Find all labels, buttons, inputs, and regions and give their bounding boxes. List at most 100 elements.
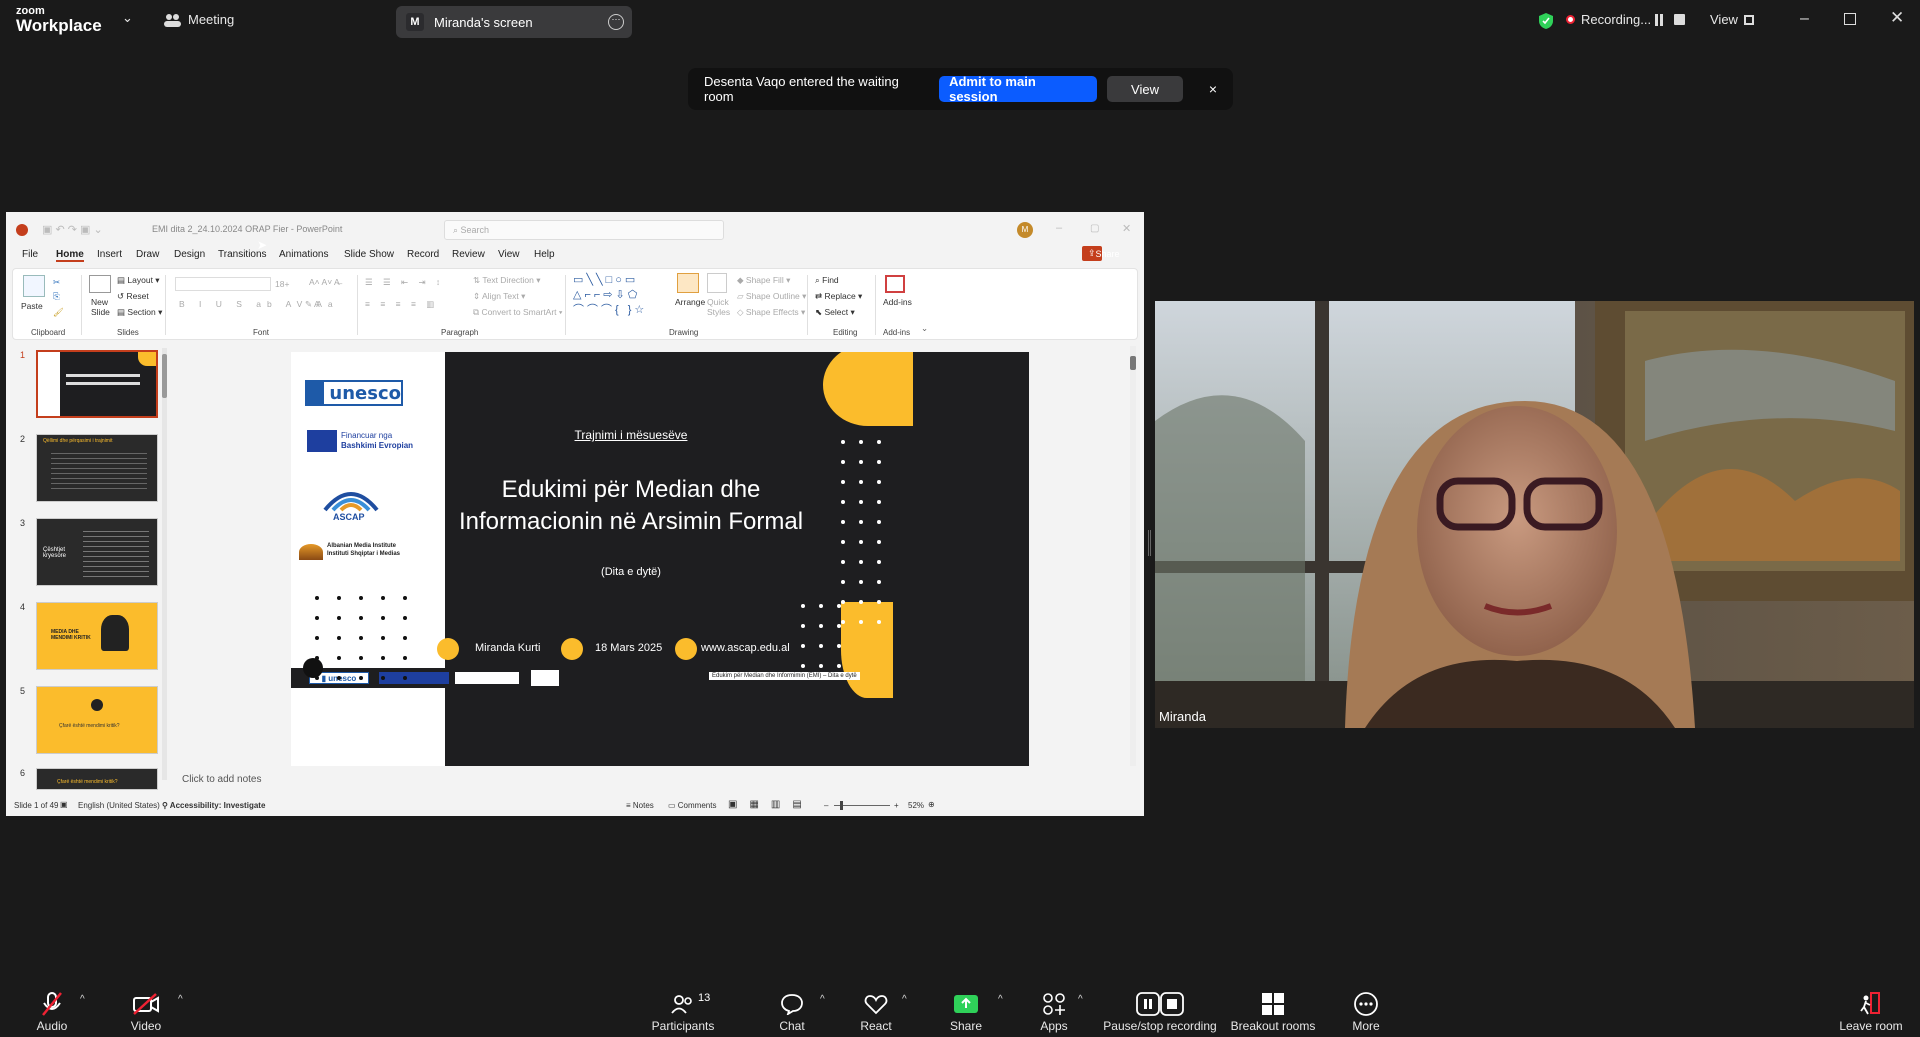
shape-effects-button[interactable]: ◇ Shape Effects ▾ bbox=[737, 307, 805, 318]
slide-thumbnail[interactable]: Çfarë është mendimi kritik? bbox=[36, 686, 158, 754]
slide-scrollbar[interactable] bbox=[1130, 346, 1136, 766]
quick-styles-button[interactable]: Quick Styles bbox=[707, 297, 733, 317]
tab-slide-show[interactable]: Slide Show bbox=[344, 249, 394, 260]
stop-recording-icon[interactable] bbox=[1674, 14, 1685, 25]
select-button[interactable]: ⬉ Select ▾ bbox=[815, 307, 855, 318]
admit-button[interactable]: Admit to main session bbox=[939, 74, 1098, 104]
font-family-field[interactable] bbox=[175, 277, 271, 291]
audio-options-caret-icon[interactable]: ^ bbox=[80, 994, 85, 1005]
spellcheck-icon[interactable]: ▣ bbox=[60, 800, 68, 809]
apps-button[interactable]: Apps bbox=[1034, 980, 1074, 1037]
participant-video-tile[interactable]: Miranda bbox=[1155, 301, 1914, 728]
shape-outline-button[interactable]: ▱ Shape Outline ▾ bbox=[737, 291, 806, 302]
restore-icon[interactable] bbox=[1844, 13, 1856, 25]
recording-indicator[interactable]: Recording... bbox=[1566, 12, 1651, 27]
comments-toggle[interactable]: ▭ Comments bbox=[668, 801, 716, 810]
pause-stop-recording-button[interactable]: Pause/stop recording bbox=[1100, 980, 1220, 1037]
tab-review[interactable]: Review bbox=[452, 249, 485, 260]
tab-design[interactable]: Design bbox=[174, 249, 205, 260]
cut-icon[interactable]: ✂ bbox=[53, 277, 60, 288]
shared-screen-chip[interactable]: M Miranda's screen ··· bbox=[396, 6, 632, 38]
replace-button[interactable]: ⇄ Replace ▾ bbox=[815, 291, 862, 302]
slide-thumbnail[interactable] bbox=[36, 350, 158, 418]
ppt-account-avatar[interactable]: M bbox=[1017, 222, 1033, 238]
font-grow-shrink-icons[interactable]: A˄ A˅ A̶ bbox=[309, 277, 340, 287]
fit-slide-icon[interactable]: ⊕ bbox=[928, 800, 935, 809]
quick-access-icons[interactable]: ▣ ↶ ↷ ▣ ⌄ bbox=[42, 223, 103, 236]
list-indent-icons[interactable]: ☰ ☰ ⇤ ⇥ ↕ bbox=[365, 277, 444, 288]
close-window-icon[interactable]: ✕ bbox=[1890, 8, 1904, 28]
participants-button[interactable]: Participants bbox=[650, 980, 716, 1037]
react-options-caret-icon[interactable]: ^ bbox=[902, 994, 907, 1005]
find-button[interactable]: ⌕ Find bbox=[815, 275, 839, 286]
section-button[interactable]: ▤ Section ▾ bbox=[117, 307, 162, 318]
alignment-icons[interactable]: ≡ ≡ ≡ ≡ ▥ bbox=[365, 299, 438, 310]
tab-insert[interactable]: Insert bbox=[97, 249, 122, 260]
slide-thumbnail[interactable]: Qëllimi dhe përqasimi i trajnimit bbox=[36, 434, 158, 502]
accessibility-status[interactable]: ⚲ Accessibility: Investigate bbox=[162, 801, 265, 810]
paste-icon[interactable] bbox=[23, 275, 45, 297]
arrange-icon[interactable] bbox=[677, 273, 699, 293]
new-slide-button[interactable]: New Slide bbox=[91, 297, 119, 317]
font-size-field[interactable]: 18+ bbox=[275, 279, 289, 289]
view-mode-icons[interactable]: ▣▦▥▤ bbox=[728, 799, 814, 810]
tab-animations[interactable]: Animations bbox=[279, 249, 328, 260]
layout-button[interactable]: ▤ Layout ▾ bbox=[117, 275, 160, 286]
share-options-caret-icon[interactable]: ^ bbox=[998, 994, 1003, 1005]
paste-button[interactable]: Paste bbox=[21, 301, 43, 311]
react-button[interactable]: React bbox=[856, 980, 896, 1037]
apps-options-caret-icon[interactable]: ^ bbox=[1078, 994, 1083, 1005]
more-options-icon[interactable]: ··· bbox=[608, 14, 624, 30]
view-button[interactable]: View bbox=[1710, 12, 1754, 27]
text-direction-button[interactable]: ⇅ Text Direction ▾ bbox=[473, 275, 540, 286]
ppt-share-button[interactable]: ⇪ Share bbox=[1082, 246, 1120, 261]
slide-thumbnail[interactable]: Çfarë është mendimi kritik? bbox=[36, 768, 158, 790]
slide-thumbnail[interactable]: Çështjet kryesore bbox=[36, 518, 158, 586]
ppt-minimize-icon[interactable]: – bbox=[1056, 222, 1062, 234]
language-status[interactable]: English (United States) bbox=[78, 801, 160, 810]
chat-options-caret-icon[interactable]: ^ bbox=[820, 994, 825, 1005]
shapes-gallery[interactable]: ▭╲╲□○▭ △⌐⌐⇨⇩⬠ ⌒⌒⌒{ }☆ bbox=[573, 273, 663, 318]
video-button[interactable]: Video bbox=[126, 980, 166, 1037]
ppt-search-box[interactable]: ⌕ Search bbox=[444, 220, 724, 240]
meeting-button[interactable]: Meeting bbox=[164, 12, 234, 27]
encryption-shield-icon[interactable] bbox=[1538, 12, 1554, 30]
ppt-restore-icon[interactable]: ▢ bbox=[1090, 223, 1099, 234]
tab-help[interactable]: Help bbox=[534, 249, 555, 260]
slide-thumbnail[interactable]: MEDIA DHE MENDIMI KRITIK bbox=[36, 602, 158, 670]
chevron-down-icon[interactable]: ⌄ bbox=[122, 10, 133, 26]
tab-home[interactable]: Home bbox=[56, 249, 84, 262]
ppt-close-icon[interactable]: ✕ bbox=[1122, 222, 1131, 235]
zoom-slider-thumb[interactable] bbox=[840, 801, 843, 810]
pause-recording-icon[interactable] bbox=[1655, 14, 1665, 26]
chat-button[interactable]: Chat bbox=[772, 980, 812, 1037]
shape-fill-button[interactable]: ◆ Shape Fill ▾ bbox=[737, 275, 790, 286]
tab-view[interactable]: View bbox=[498, 249, 520, 260]
convert-smartart-button[interactable]: ⧉ Convert to SmartArt ▾ bbox=[473, 307, 562, 318]
zoom-out-icon[interactable]: – bbox=[824, 801, 828, 810]
quick-styles-icon[interactable] bbox=[707, 273, 727, 293]
minimize-icon[interactable]: – bbox=[1800, 10, 1809, 28]
audio-button[interactable]: Audio bbox=[32, 980, 72, 1037]
new-slide-icon[interactable] bbox=[89, 275, 111, 293]
tab-record[interactable]: Record bbox=[407, 249, 439, 260]
highlight-font-color-icons[interactable]: ✎ A bbox=[305, 299, 320, 310]
collapse-ribbon-icon[interactable]: ⌄ bbox=[921, 323, 928, 334]
notes-pane[interactable]: Click to add notes bbox=[182, 774, 1132, 792]
notification-view-button[interactable]: View bbox=[1107, 76, 1183, 102]
arrange-button[interactable]: Arrange bbox=[675, 297, 705, 307]
addins-button[interactable]: Add-ins bbox=[883, 297, 912, 307]
addins-icon[interactable] bbox=[885, 275, 905, 293]
zoom-in-icon[interactable]: + bbox=[894, 801, 899, 810]
thumbnail-scrollbar[interactable] bbox=[162, 348, 167, 780]
share-button[interactable]: Share bbox=[946, 980, 986, 1037]
more-button[interactable]: More bbox=[1346, 980, 1386, 1037]
video-options-caret-icon[interactable]: ^ bbox=[178, 994, 183, 1005]
close-notification-icon[interactable]: × bbox=[1209, 81, 1217, 97]
breakout-rooms-button[interactable]: Breakout rooms bbox=[1228, 980, 1318, 1037]
tab-file[interactable]: File bbox=[22, 249, 38, 260]
format-painter-icon[interactable]: 🖌 bbox=[53, 307, 64, 318]
leave-room-button[interactable]: Leave room bbox=[1836, 980, 1906, 1037]
split-handle[interactable] bbox=[1148, 530, 1151, 556]
notes-toggle[interactable]: ≡ Notes bbox=[626, 801, 654, 810]
